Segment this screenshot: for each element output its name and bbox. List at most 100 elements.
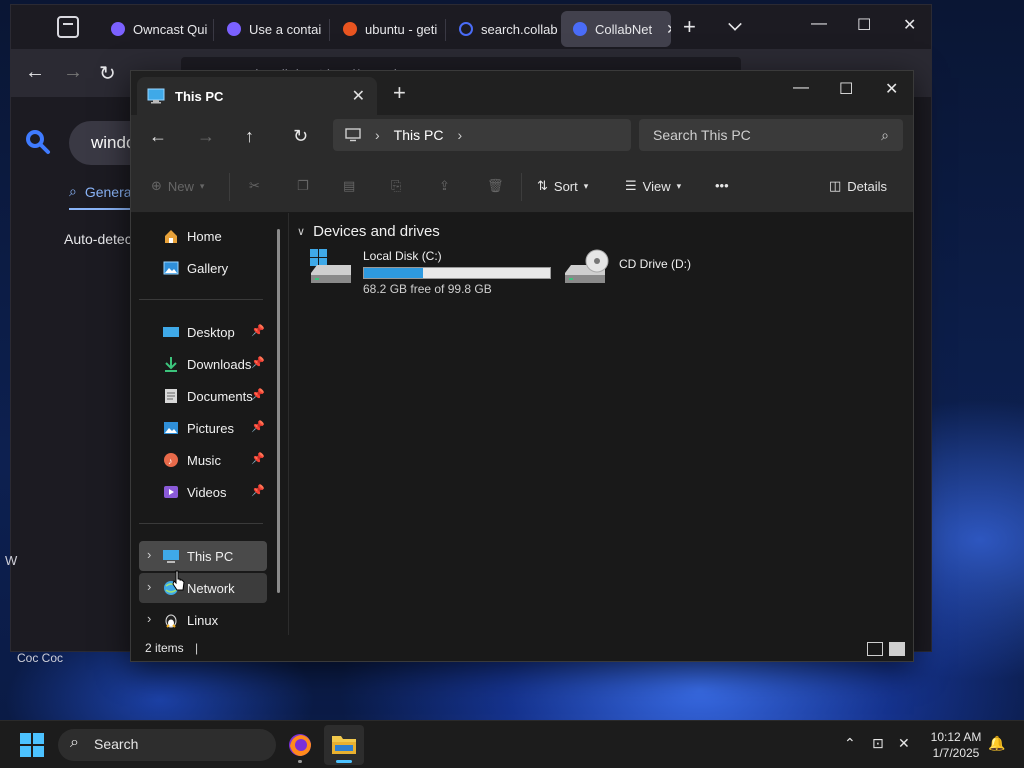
- view-icon: ☰: [625, 178, 637, 193]
- chevron-up-icon[interactable]: ⌃: [844, 735, 856, 752]
- up-icon[interactable]: ↑: [245, 126, 254, 147]
- forward-icon[interactable]: →: [197, 126, 215, 147]
- nav-label: Music: [187, 452, 221, 468]
- notification-bell-icon[interactable]: 🔔: [988, 735, 1005, 752]
- chevron-down-icon: ▾: [583, 180, 589, 191]
- delete-icon[interactable]: 🗑: [487, 178, 504, 194]
- cut-icon[interactable]: ✂: [249, 178, 260, 194]
- minimize-icon[interactable]: —: [811, 15, 827, 33]
- close-icon[interactable]: ✕: [885, 79, 898, 99]
- browser-tab[interactable]: search.collab: [447, 11, 559, 47]
- chevron-right-icon[interactable]: ›: [457, 127, 462, 143]
- nav-item-network[interactable]: › Network: [139, 573, 267, 603]
- firefox-taskbar-button[interactable]: [280, 725, 320, 765]
- nav-item-pictures[interactable]: Pictures 📌: [139, 413, 267, 443]
- close-icon[interactable]: ✕: [352, 86, 365, 106]
- collabnet-icon: [573, 22, 587, 36]
- file-explorer-taskbar-button[interactable]: [324, 725, 364, 765]
- minimize-icon[interactable]: —: [793, 79, 809, 97]
- new-tab-button[interactable]: +: [393, 82, 406, 104]
- pin-icon[interactable]: 📌: [251, 484, 265, 497]
- nav-item-videos[interactable]: Videos 📌: [139, 477, 267, 507]
- taskbar: ⌕ Search ⌃ ⊡ ✕ 10:12 AM 1/7/2025 🔔: [0, 720, 1024, 768]
- sort-label: Sort: [553, 178, 578, 194]
- details-button[interactable]: ◫ Details: [829, 178, 887, 194]
- pin-icon[interactable]: 📌: [251, 420, 265, 433]
- browser-tab[interactable]: Owncast Qui: [99, 11, 211, 47]
- reload-icon[interactable]: ↻: [99, 61, 116, 86]
- pane-divider[interactable]: [288, 213, 289, 637]
- browser-tab-active[interactable]: CollabNet ✕: [561, 11, 671, 47]
- clock-date: 1/7/2025: [932, 746, 980, 760]
- volume-muted-icon[interactable]: ✕: [898, 735, 910, 752]
- drive-local-disk-c[interactable]: Local Disk (C:) 68.2 GB free of 99.8 GB: [309, 249, 551, 296]
- nav-divider: [139, 523, 263, 524]
- nav-scrollbar[interactable]: [277, 229, 280, 593]
- browser-tab-label: CollabNet: [595, 21, 653, 37]
- paste-icon[interactable]: ▤: [343, 178, 355, 194]
- nav-item-linux[interactable]: › Linux: [139, 605, 267, 635]
- clock[interactable]: 10:12 AM 1/7/2025: [924, 729, 988, 761]
- back-icon[interactable]: ←: [25, 61, 45, 84]
- nav-label: Downloads: [187, 356, 252, 372]
- chevron-down-icon: ∨: [297, 226, 306, 238]
- nav-item-gallery[interactable]: Gallery: [139, 253, 267, 283]
- copy-icon[interactable]: ❐: [297, 178, 309, 194]
- network-status-icon[interactable]: ⊡: [872, 735, 884, 752]
- pictures-icon: [163, 420, 179, 436]
- new-button[interactable]: ⊕ New ▾: [151, 178, 204, 194]
- nav-item-desktop[interactable]: Desktop 📌: [139, 317, 267, 347]
- auto-detect-label: Auto-detect: [64, 231, 136, 247]
- taskbar-search[interactable]: ⌕ Search: [58, 729, 276, 761]
- breadcrumb-this-pc[interactable]: This PC: [394, 127, 444, 143]
- home-icon: [163, 228, 179, 244]
- music-icon: ♪: [163, 452, 179, 468]
- maximize-icon[interactable]: ☐: [857, 15, 871, 35]
- browser-tab[interactable]: Use a contai: [215, 11, 327, 47]
- nav-item-home[interactable]: Home: [139, 221, 267, 251]
- windows-start-icon[interactable]: [20, 733, 44, 757]
- more-options-button[interactable]: •••: [715, 178, 729, 193]
- rename-icon[interactable]: ⎘: [391, 178, 401, 194]
- cd-drive-icon: [565, 249, 609, 283]
- group-header-devices[interactable]: ∨ Devices and drives: [297, 223, 440, 240]
- videos-icon: [163, 484, 179, 500]
- chevron-right-icon[interactable]: ›: [147, 611, 151, 626]
- tiles-view-icon[interactable]: [889, 642, 905, 656]
- pin-icon[interactable]: 📌: [251, 356, 265, 369]
- docker-icon: [227, 22, 241, 36]
- chevron-right-icon[interactable]: ›: [147, 579, 151, 594]
- browser-tab[interactable]: ubuntu - geti: [331, 11, 443, 47]
- details-view-icon[interactable]: [867, 642, 883, 656]
- pin-icon[interactable]: 📌: [251, 388, 265, 401]
- nav-item-this-pc[interactable]: › This PC: [139, 541, 267, 571]
- search-input[interactable]: Search This PC ⌕: [639, 119, 903, 151]
- nav-item-music[interactable]: ♪ Music 📌: [139, 445, 267, 475]
- close-icon[interactable]: ✕: [666, 21, 671, 38]
- pin-icon[interactable]: 📌: [251, 452, 265, 465]
- monitor-icon: [345, 128, 361, 142]
- drive-usage-bar: [363, 267, 551, 279]
- explorer-tab[interactable]: This PC ✕: [137, 77, 377, 115]
- nav-label: Home: [187, 228, 222, 244]
- active-indicator: [336, 760, 352, 763]
- nav-item-documents[interactable]: Documents 📌: [139, 381, 267, 411]
- new-label: New: [167, 178, 194, 194]
- explorer-tab-title: This PC: [175, 88, 224, 104]
- new-tab-button[interactable]: +: [683, 16, 696, 38]
- view-button[interactable]: ☰ View ▾: [625, 178, 681, 194]
- tab-list-icon[interactable]: [57, 16, 79, 38]
- sort-button[interactable]: ⇅ Sort ▾: [537, 178, 588, 194]
- maximize-icon[interactable]: ☐: [839, 79, 853, 99]
- breadcrumb[interactable]: › This PC ›: [333, 119, 631, 151]
- back-icon[interactable]: ←: [149, 126, 167, 147]
- close-icon[interactable]: ✕: [903, 15, 916, 35]
- pin-icon[interactable]: 📌: [251, 324, 265, 337]
- refresh-icon[interactable]: ↻: [293, 126, 308, 147]
- nav-label: Videos: [187, 484, 227, 500]
- forward-icon[interactable]: →: [63, 61, 83, 84]
- nav-item-downloads[interactable]: Downloads 📌: [139, 349, 267, 379]
- chevron-right-icon[interactable]: ›: [147, 547, 151, 562]
- drive-cd-d[interactable]: CD Drive (D:): [563, 249, 691, 287]
- share-icon[interactable]: ⇪: [439, 178, 450, 194]
